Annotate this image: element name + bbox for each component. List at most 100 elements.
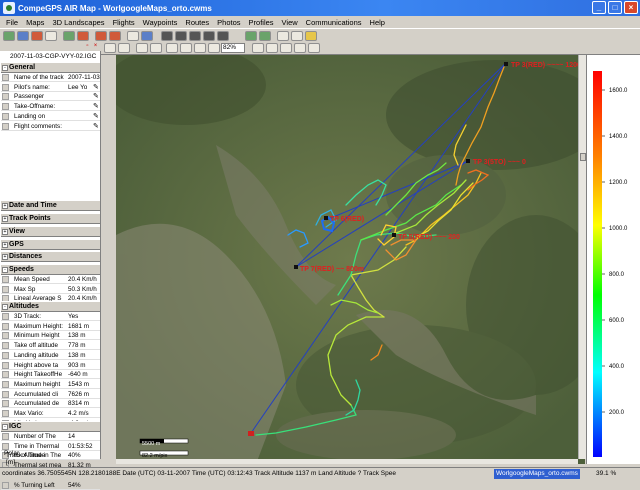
edit-icon[interactable]: ✎ <box>93 93 99 100</box>
section-igc[interactable]: - IGC <box>1 421 100 432</box>
property-row[interactable]: Max Sp 50.3 Km/h <box>1 285 100 294</box>
property-row[interactable]: Name of the track 2007-11-03 <box>1 73 100 82</box>
expand-icon[interactable]: + <box>2 242 8 248</box>
settings-icon[interactable] <box>118 43 130 53</box>
property-row[interactable]: 3D Track: Yes <box>1 312 100 321</box>
property-row[interactable]: Max Vario: 4.2 m/s <box>1 409 100 418</box>
map-horizontal-scrollbar[interactable] <box>116 459 578 464</box>
list-icon[interactable] <box>308 43 320 53</box>
dropdown-icon[interactable] <box>266 43 278 53</box>
property-row[interactable]: Landing altitude 138 m <box>1 351 100 360</box>
waypoint-marker[interactable] <box>324 216 328 220</box>
property-row[interactable]: Take-Offname: ✎ <box>1 102 100 112</box>
expand-icon[interactable]: + <box>2 216 8 222</box>
section-speeds[interactable]: - Speeds <box>1 264 100 275</box>
pause-icon[interactable] <box>203 31 215 41</box>
center-icon[interactable] <box>252 43 264 53</box>
stop-icon[interactable] <box>161 31 173 41</box>
hand-tool-icon[interactable] <box>136 43 148 53</box>
close-button[interactable]: × <box>624 1 638 14</box>
property-row[interactable]: Pilot's name: Lee Yo ✎ <box>1 83 100 92</box>
property-row[interactable]: Maximum height 1543 m <box>1 380 100 389</box>
property-row[interactable]: Height TakeoffHe -640 m <box>1 370 100 380</box>
edit-icon[interactable]: ✎ <box>93 103 99 110</box>
expand-icon[interactable]: + <box>2 203 8 209</box>
map-view[interactable]: TP 3(RED) ~~~~ 1200 TP 3(5TO) ~~~ 0 TP 6… <box>116 55 585 464</box>
property-row[interactable]: Passenger ✎ <box>1 92 100 102</box>
window2-icon[interactable] <box>294 43 306 53</box>
panel-close-icon[interactable]: × <box>92 43 99 50</box>
route-icon[interactable] <box>31 31 43 41</box>
menu-view[interactable]: View <box>278 18 302 27</box>
zoom-select[interactable]: 82% <box>221 43 245 53</box>
record2-icon[interactable] <box>109 31 121 41</box>
zoom-area-icon[interactable] <box>180 43 192 53</box>
grid-icon[interactable] <box>277 31 289 41</box>
photo-icon[interactable] <box>305 31 317 41</box>
forward-icon[interactable] <box>217 31 229 41</box>
property-row[interactable]: Mean Speed 20.4 Km/h <box>1 275 100 284</box>
menu-profiles[interactable]: Profiles <box>245 18 278 27</box>
section-altitudes[interactable]: - Altitudes <box>1 301 100 312</box>
waypoint-marker[interactable] <box>392 233 396 237</box>
waypoint-marker[interactable] <box>294 265 298 269</box>
arrow-tool-icon[interactable] <box>150 43 162 53</box>
section-view[interactable]: + View <box>1 226 100 237</box>
property-row[interactable]: Accumulated de 8314 m <box>1 399 100 409</box>
menu-file[interactable]: File <box>2 18 22 27</box>
grid2-icon[interactable] <box>291 31 303 41</box>
play-icon[interactable] <box>189 31 201 41</box>
section-distances[interactable]: + Distances <box>1 251 100 262</box>
flight-red-icon[interactable] <box>77 31 89 41</box>
zoom-in-icon[interactable] <box>194 43 206 53</box>
section-track-points[interactable]: + Track Points <box>1 213 100 224</box>
property-row[interactable]: Height above ta 903 m <box>1 361 100 370</box>
property-row[interactable]: Take off altitude 778 m <box>1 341 100 351</box>
expand-icon[interactable]: + <box>2 229 8 235</box>
waypoint-marker[interactable] <box>504 62 508 66</box>
waypoint-marker[interactable] <box>466 159 470 163</box>
map-layer-icon[interactable] <box>245 31 257 41</box>
expand-icon[interactable]: + <box>2 254 8 260</box>
rewind-icon[interactable] <box>175 31 187 41</box>
save-icon[interactable] <box>45 31 57 41</box>
menu-photos[interactable]: Photos <box>213 18 244 27</box>
measure-icon[interactable] <box>141 31 153 41</box>
flight-icon[interactable] <box>63 31 75 41</box>
edit-icon[interactable]: ✎ <box>93 113 99 120</box>
property-row[interactable]: Minimum Height 138 m <box>1 331 100 341</box>
landing-marker[interactable] <box>248 431 254 436</box>
map-canvas[interactable]: TP 3(RED) ~~~~ 1200 TP 3(5TO) ~~~ 0 TP 6… <box>116 55 585 464</box>
collapse-icon[interactable]: - <box>2 304 8 310</box>
edit-icon[interactable]: ✎ <box>93 123 99 130</box>
open-track-icon[interactable] <box>3 31 15 41</box>
crosshair-icon[interactable] <box>166 43 178 53</box>
title-bar[interactable]: CompeGPS AIR Map - WorlgoogleMaps_orto.c… <box>0 0 640 16</box>
pointer-icon[interactable] <box>127 31 139 41</box>
property-row[interactable]: Accumulated cli 7626 m <box>1 390 100 399</box>
menu-waypoints[interactable]: Waypoints <box>139 18 182 27</box>
select-tool-icon[interactable] <box>104 43 116 53</box>
minimize-button[interactable]: _ <box>592 1 606 14</box>
property-row[interactable]: Maximum Height: 1681 m <box>1 322 100 331</box>
zoom-out-icon[interactable] <box>208 43 220 53</box>
edit-icon[interactable]: ✎ <box>93 84 99 91</box>
landscape-icon[interactable] <box>259 31 271 41</box>
menu-maps[interactable]: Maps <box>22 18 48 27</box>
property-row[interactable]: Landing on ✎ <box>1 112 100 121</box>
section-gps[interactable]: + GPS <box>1 239 100 250</box>
section-date-time[interactable]: + Date and Time <box>1 200 100 211</box>
menu-flights[interactable]: Flights <box>109 18 139 27</box>
maximize-button[interactable]: □ <box>608 1 622 14</box>
property-row[interactable]: Flight comments: ✎ <box>1 122 100 131</box>
map-vertical-scrollbar[interactable] <box>578 55 586 459</box>
collapse-icon[interactable]: - <box>2 267 8 273</box>
window-icon[interactable] <box>280 43 292 53</box>
section-general[interactable]: - General <box>1 62 100 73</box>
menu-communications[interactable]: Communications <box>302 18 366 27</box>
collapse-icon[interactable]: - <box>2 424 8 430</box>
waypoint-icon[interactable] <box>17 31 29 41</box>
menu-3d-landscapes[interactable]: 3D Landscapes <box>48 18 108 27</box>
property-row[interactable]: Number of The 14 <box>1 432 100 441</box>
menu-routes[interactable]: Routes <box>181 18 213 27</box>
